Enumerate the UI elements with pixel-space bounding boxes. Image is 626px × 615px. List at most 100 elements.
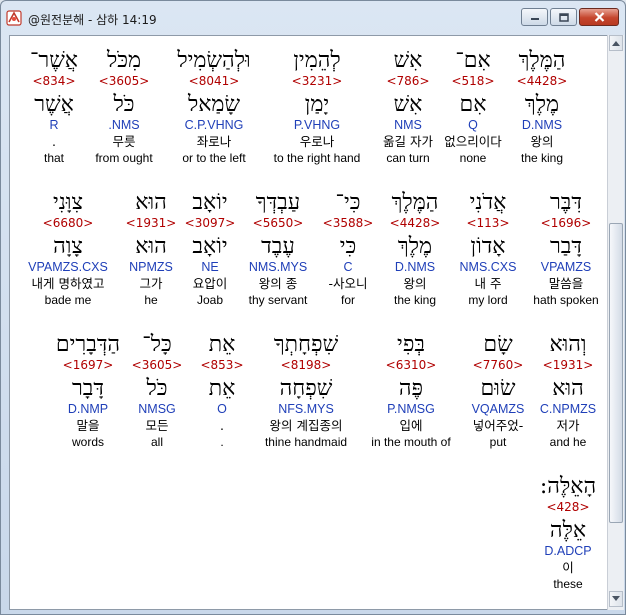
word-3-4[interactable]: שִׁפְחָתְךָ <8198> שִׁפְחָה NFS.MYS 왕의 계…: [258, 332, 354, 450]
word-1-1[interactable]: הַמֶּלֶךְ <4428> מֶלֶךְ D.NMS 왕의 the kin…: [502, 48, 582, 166]
strong-number[interactable]: <1931>: [111, 216, 191, 230]
hebrew-word: הוּא: [135, 190, 167, 215]
word-1-3[interactable]: אִשׁ <786> אִשׁ NMS 옮길 자가 can turn: [368, 48, 448, 166]
strong-number[interactable]: <834>: [14, 74, 94, 88]
english-gloss: thy servant: [248, 293, 308, 307]
korean-gloss: 우로나: [299, 134, 335, 149]
word-1-6[interactable]: מִכֹּל <3605> כֹּל .NMS 무릇 from ought: [84, 48, 164, 166]
hebrew-word: הַמֶּלֶךְ: [518, 48, 566, 73]
korean-gloss: 무릇: [112, 134, 136, 149]
verse-row-3: וְהוּא <1931> הוּא C.NPMZS 저가 and he שָׂ…: [10, 332, 607, 472]
hebrew-lemma: שָׂמַאל: [187, 92, 241, 117]
maximize-button[interactable]: [550, 8, 577, 26]
korean-gloss: -사오니: [328, 276, 368, 291]
strong-number[interactable]: <3605>: [84, 74, 164, 88]
strong-number[interactable]: <4428>: [502, 74, 582, 88]
hebrew-lemma: הוּא: [135, 234, 167, 259]
hebrew-lemma: צָוָה: [53, 234, 83, 259]
strong-number[interactable]: <113>: [448, 216, 528, 230]
english-gloss: the king: [520, 151, 564, 165]
korean-gloss: 말을: [76, 418, 100, 433]
word-2-7[interactable]: הוּא <1931> הוּא NPMZS 그가 he: [111, 190, 191, 308]
word-2-5[interactable]: עַבְדְּךָ <5650> עֶבֶד NMS.MYS 왕의 종 thy …: [238, 190, 318, 308]
strong-number[interactable]: <7760>: [458, 358, 538, 372]
strong-number[interactable]: <6310>: [364, 358, 458, 372]
scroll-up-button[interactable]: [609, 35, 623, 51]
hebrew-word: הָאֵלֶּה:: [539, 474, 597, 499]
morphology-code: VPAMZS.CXS: [28, 260, 108, 274]
close-button[interactable]: [579, 8, 619, 26]
korean-gloss: 말씀을: [548, 276, 584, 291]
english-gloss: my lord: [468, 293, 508, 307]
hebrew-lemma: עֶבֶד: [261, 234, 295, 259]
strong-number[interactable]: <3231>: [265, 74, 369, 88]
morphology-code: C.P.VHNG: [184, 118, 244, 132]
word-2-1[interactable]: דִּבֶּר <1696> דָּבַר VPAMZS 말씀을 hath sp…: [526, 190, 606, 308]
word-3-2[interactable]: שָׂם <7760> שׂוּם VQAMZS 넣어주었- put: [458, 332, 538, 450]
strong-number[interactable]: <5650>: [238, 216, 318, 230]
hebrew-word: שָׂם: [483, 332, 513, 357]
korean-gloss: 왕의 계집종의: [269, 418, 343, 433]
hebrew-lemma: הוּא: [552, 376, 584, 401]
strong-number[interactable]: <8198>: [258, 358, 354, 372]
hebrew-lemma: אִשׁ: [393, 92, 423, 117]
strong-number[interactable]: <1931>: [528, 358, 607, 372]
english-gloss: and he: [549, 435, 587, 449]
minimize-button[interactable]: [521, 8, 548, 26]
english-gloss: from ought: [95, 151, 153, 165]
english-gloss: he: [144, 293, 158, 307]
word-3-5[interactable]: אֵת <853> אֵת O . .: [194, 332, 250, 450]
english-gloss: that: [43, 151, 64, 165]
korean-gloss: 내 주: [474, 276, 502, 291]
english-gloss: can turn: [386, 151, 430, 165]
morphology-code: .NMS: [108, 118, 140, 132]
hebrew-lemma: שִׁפְחָה: [279, 376, 333, 401]
english-gloss: in the mouth of: [371, 435, 451, 449]
hebrew-word: אֲדֹנִי: [469, 190, 507, 215]
word-1-5[interactable]: וּלְהַשְׂמִיל <8041> שָׂמַאל C.P.VHNG 좌로…: [170, 48, 258, 166]
morphology-code: P.VHNG: [293, 118, 341, 132]
title-bar[interactable]: @원전분해 - 삼하 14:19: [1, 1, 625, 35]
strong-number[interactable]: <3588>: [308, 216, 388, 230]
korean-gloss: 왕의: [530, 134, 554, 149]
window-title: @원전분해 - 삼하 14:19: [28, 13, 157, 27]
word-1-7[interactable]: אֲשֶׁר־ <834> אֲשֶׁר R . that: [14, 48, 94, 166]
hebrew-lemma: שׂוּם: [480, 376, 516, 401]
hebrew-word: כִּי־: [335, 190, 361, 215]
korean-gloss: 저가: [556, 418, 580, 433]
word-1-4[interactable]: לְהֵמִין <3231> יָמַן P.VHNG 우로나 to the …: [265, 48, 369, 166]
word-3-1[interactable]: וְהוּא <1931> הוּא C.NPMZS 저가 and he: [528, 332, 607, 450]
english-gloss: these: [553, 577, 583, 591]
strong-number[interactable]: <428>: [528, 500, 607, 514]
hebrew-word: הַדְּבָרִים: [55, 332, 121, 357]
word-4-1[interactable]: הָאֵלֶּה: <428> אֵלֶּה D.ADCP 이 these: [528, 474, 607, 592]
strong-number[interactable]: <6680>: [20, 216, 116, 230]
strong-number[interactable]: <786>: [368, 74, 448, 88]
hebrew-word: אֲשֶׁר־: [29, 48, 78, 73]
scrollbar-thumb[interactable]: [609, 223, 623, 523]
hebrew-lemma: דָּבַר: [550, 234, 582, 259]
word-2-8[interactable]: צִוָּנִי <6680> צָוָה VPAMZS.CXS 내게 명하였고…: [20, 190, 116, 308]
hebrew-lemma: אָדוֹן: [470, 234, 506, 259]
app-window: @원전분해 - 삼하 14:19 הַמֶּלֶךְ <4428> מֶלֶךְ…: [0, 0, 626, 615]
english-gloss: thine handmaid: [264, 435, 348, 449]
hebrew-lemma: אֵת: [208, 376, 236, 401]
verse-row-2: דִּבֶּר <1696> דָּבַר VPAMZS 말씀을 hath sp…: [10, 190, 607, 330]
scroll-down-button[interactable]: [609, 591, 623, 607]
korean-gloss: 이: [562, 560, 574, 575]
interlinear-panel[interactable]: הַמֶּלֶךְ <4428> מֶלֶךְ D.NMS 왕의 the kin…: [9, 35, 608, 610]
korean-gloss: 입에: [399, 418, 423, 433]
word-2-2[interactable]: אֲדֹנִי <113> אָדוֹן NMS.CXS 내 주 my lord: [448, 190, 528, 308]
arrow-down-icon: [612, 596, 620, 601]
strong-number[interactable]: <1697>: [40, 358, 136, 372]
hebrew-lemma: יָמַן: [304, 92, 330, 117]
english-gloss: hath spoken: [533, 293, 599, 307]
strong-number[interactable]: <1696>: [526, 216, 606, 230]
word-3-3[interactable]: בְּפִי <6310> פֶּה P.NMSG 입에 in the mout…: [364, 332, 458, 450]
word-2-4[interactable]: כִּי־ <3588> כִּי C -사오니 for: [308, 190, 388, 308]
english-gloss: or to the left: [182, 151, 246, 165]
strong-number[interactable]: <853>: [194, 358, 250, 372]
vertical-scrollbar[interactable]: [607, 35, 624, 610]
word-3-7[interactable]: הַדְּבָרִים <1697> דָּבָר D.NMP 말을 words: [40, 332, 136, 450]
strong-number[interactable]: <8041>: [170, 74, 258, 88]
